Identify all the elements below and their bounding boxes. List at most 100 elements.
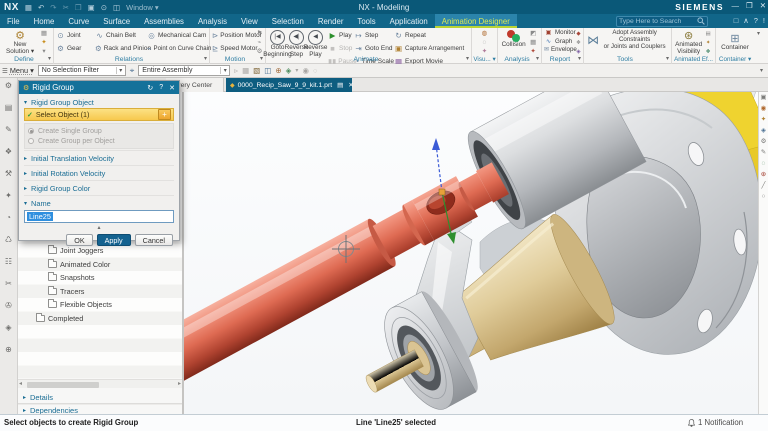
- restore-button[interactable]: ❐: [746, 1, 753, 10]
- render-mode-icon[interactable]: ◉: [761, 105, 767, 112]
- speed-motor-button[interactable]: ⊵Speed Motor: [212, 42, 256, 54]
- analysis-more-arrow[interactable]: ▾: [536, 55, 539, 64]
- section-initial-rotation-velocity[interactable]: ▸ Initial Rotation Velocity: [24, 167, 174, 179]
- tab-animation-designer[interactable]: Animation Designer: [435, 14, 517, 28]
- save-icon[interactable]: ▦: [25, 3, 32, 12]
- circle-tool-icon[interactable]: ○: [762, 193, 766, 200]
- scrollbar-thumb[interactable]: [27, 382, 99, 388]
- tab-active-part[interactable]: ◆ 0000_Recip_Saw_9_9_kit.1.prt ▤ ✕: [226, 78, 352, 92]
- touch-mode-icon[interactable]: ◫: [113, 3, 120, 12]
- section-name[interactable]: ▾ Name: [24, 197, 174, 209]
- notification-area[interactable]: 1 Notification: [688, 418, 743, 427]
- ribbon-overflow-arrow[interactable]: ▾: [757, 30, 760, 37]
- analysis-extra-icon-1[interactable]: ◩: [527, 30, 539, 38]
- chain-belt-button[interactable]: ∿Chain Belt: [95, 29, 147, 41]
- dialog-collapse-arrow[interactable]: ▴: [24, 224, 174, 232]
- radio-create-single-group[interactable]: Create Single Group: [28, 126, 170, 136]
- selection-scope-arrow[interactable]: ▾: [220, 67, 229, 74]
- scroll-left-arrow[interactable]: ◂: [19, 380, 22, 387]
- section-expand-icon[interactable]: ▸: [24, 155, 27, 162]
- point-on-curve-chain-button[interactable]: ⌁Point on Curve Chain: [147, 42, 207, 54]
- alerts-icon[interactable]: !: [763, 16, 765, 25]
- selection-filter-combo[interactable]: No Selection Filter▾: [38, 65, 126, 76]
- define-extra-icon-1[interactable]: ▦: [38, 30, 50, 38]
- web-browser-icon[interactable]: ✦: [5, 191, 12, 200]
- report-extra-icon-1[interactable]: ◆: [576, 30, 581, 38]
- goto-end-button[interactable]: ⇥Goto End: [354, 42, 394, 54]
- undo-icon[interactable]: ↶: [38, 3, 44, 12]
- tree-item-completed[interactable]: Completed: [18, 312, 182, 326]
- navigator-horizontal-scrollbar[interactable]: ◂ ▸: [18, 379, 182, 388]
- history-icon[interactable]: ◔: [6, 213, 11, 222]
- line-tool-icon[interactable]: ╱: [762, 182, 766, 189]
- tab-surface[interactable]: Surface: [96, 14, 137, 28]
- motion-extra-icon-1[interactable]: ⚑: [256, 30, 263, 38]
- minimize-button[interactable]: —: [731, 1, 739, 10]
- reuse-library-icon[interactable]: ❖: [5, 147, 12, 156]
- report-more-arrow[interactable]: ▾: [578, 55, 581, 64]
- shaded-wireframe-icon[interactable]: ▦: [242, 66, 249, 75]
- adopt-assembly-constraints-button[interactable]: ⋈ Adopt Assembly Constraintsor Joints an…: [586, 29, 669, 50]
- tab-curve[interactable]: Curve: [61, 14, 96, 28]
- tab-view[interactable]: View: [234, 14, 265, 28]
- section-rigid-group-object[interactable]: ▾ Rigid Group Object: [24, 96, 174, 108]
- help-icon[interactable]: ?: [754, 16, 758, 25]
- dialog-title-bar[interactable]: ⚙ Rigid Group ↻ ? ✕: [19, 81, 179, 94]
- highlight-icon[interactable]: ▹: [234, 66, 238, 75]
- tree-item-flexible-objects[interactable]: Flexible Objects: [18, 298, 182, 312]
- rack-and-pinion-button[interactable]: ⚙Rack and Pinion: [95, 42, 147, 54]
- animated-effects-extra-2[interactable]: ✦: [703, 39, 713, 47]
- joint-button[interactable]: ⊙Joint: [56, 29, 95, 41]
- background-icon[interactable]: ◌: [313, 66, 317, 75]
- command-search[interactable]: [616, 16, 708, 27]
- collision-button[interactable]: Collision: [500, 29, 527, 56]
- gear-button[interactable]: ⚙Gear: [56, 42, 95, 54]
- dialog-help-icon[interactable]: ?: [159, 84, 163, 92]
- selection-scope-combo[interactable]: Entire Assembly▾: [138, 65, 230, 76]
- command-finder-icon[interactable]: ⊙: [101, 3, 107, 12]
- redo-icon[interactable]: ↷: [50, 3, 56, 12]
- visibility-icon[interactable]: ◌: [762, 160, 766, 167]
- animated-visibility-button[interactable]: ⊛ AnimatedVisibility: [674, 29, 703, 56]
- details-expand-icon[interactable]: ▸: [23, 394, 26, 401]
- system-scenes-icon[interactable]: ✇: [5, 301, 12, 310]
- tree-item-animated-color[interactable]: Animated Color: [18, 258, 182, 272]
- constraint-navigator-icon[interactable]: ▤: [5, 103, 13, 112]
- details-section[interactable]: ▸ Details: [18, 391, 182, 404]
- manufacturing-wizard-icon[interactable]: ☷: [5, 257, 12, 266]
- container-button[interactable]: ⊞ Container: [718, 32, 752, 52]
- new-solution-button[interactable]: ⚙ NewSolution ▾: [2, 29, 38, 56]
- tree-item-joint-joggers[interactable]: Joint Joggers: [18, 244, 182, 258]
- roles-icon[interactable]: ✂: [5, 279, 12, 288]
- part-navigator-icon[interactable]: ✎: [5, 125, 12, 134]
- tab-application[interactable]: Application: [383, 14, 435, 28]
- scroll-right-arrow[interactable]: ▸: [178, 380, 181, 387]
- section-expand-icon[interactable]: ▾: [24, 99, 27, 106]
- tab-tools[interactable]: Tools: [350, 14, 382, 28]
- section-rigid-group-color[interactable]: ▸ Rigid Group Color: [24, 182, 174, 194]
- toolrow-overflow-arrow[interactable]: ▾: [760, 67, 763, 74]
- motion-extra-icon-2[interactable]: ⌁: [256, 39, 263, 47]
- graph-button[interactable]: ∿Graph: [544, 38, 576, 46]
- hd3d-tools-icon[interactable]: ⚒: [5, 169, 12, 178]
- tab-modified-icon[interactable]: ▤: [337, 81, 343, 89]
- search-input[interactable]: [619, 18, 697, 25]
- snapshot-icon[interactable]: ▧: [253, 66, 260, 75]
- orient-view-icon[interactable]: ◈: [286, 66, 292, 75]
- envelope-button[interactable]: ✉Envelope: [544, 46, 576, 54]
- assembly-navigator-icon[interactable]: ⚙: [5, 81, 12, 90]
- tools-more-arrow[interactable]: ▾: [666, 55, 669, 64]
- tab-selection[interactable]: Selection: [265, 14, 311, 28]
- tab-render[interactable]: Render: [311, 14, 351, 28]
- snap-point-icon[interactable]: ⌖: [130, 66, 135, 76]
- cancel-button[interactable]: Cancel: [135, 234, 173, 246]
- tab-analysis[interactable]: Analysis: [191, 14, 234, 28]
- name-input[interactable]: Line25: [24, 210, 174, 223]
- define-extra-icon-2[interactable]: ✦: [38, 39, 50, 47]
- capture-icon[interactable]: ▣: [88, 3, 95, 12]
- relations-more-arrow[interactable]: ▾: [204, 55, 207, 64]
- dependencies-expand-icon[interactable]: ▸: [23, 407, 26, 414]
- fullscreen-icon[interactable]: □: [734, 16, 739, 25]
- tab-assemblies[interactable]: Assemblies: [137, 14, 191, 28]
- select-object-row[interactable]: ✓ Select Object (1) +: [24, 108, 174, 121]
